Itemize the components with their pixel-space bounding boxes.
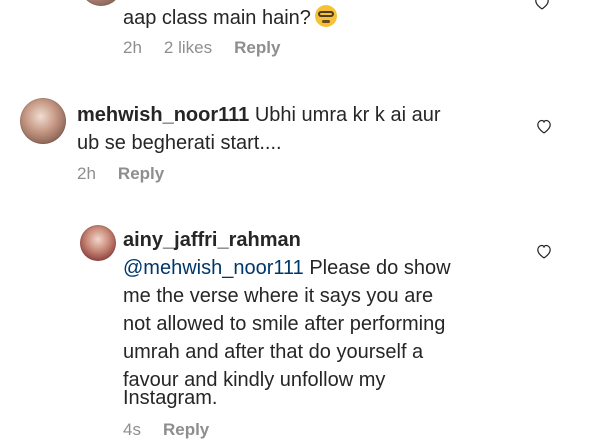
heart-outline-icon[interactable] [533, 0, 551, 10]
comment-meta: 2h 2 likes Reply [123, 38, 280, 58]
mention-link[interactable]: @mehwish_noor111 [123, 257, 304, 279]
heart-outline-icon[interactable] [535, 118, 553, 134]
comment-text: mehwish_noor111 Ubhi umra kr k ai aur [77, 104, 441, 126]
username-link[interactable]: ainy_jaffri_rahman [123, 226, 301, 254]
timestamp: 2h [77, 164, 96, 183]
timestamp: 4s [123, 420, 141, 439]
avatar[interactable] [20, 98, 66, 144]
avatar[interactable] [80, 0, 122, 6]
reply-button[interactable]: Reply [163, 420, 209, 440]
comment-meta: 4s Reply [123, 420, 209, 440]
nerd-face-emoji-icon [314, 5, 337, 27]
username-link[interactable]: mehwish_noor111 [77, 104, 249, 126]
comment-meta: 2h Reply [77, 164, 164, 184]
comment-text-cont: umrah and after that do yourself a [123, 341, 424, 363]
comment-text: aap class main hain? [123, 4, 337, 32]
comment-text-cont: Instagram. [123, 387, 218, 409]
reply-button[interactable]: Reply [118, 164, 164, 184]
heart-outline-icon[interactable] [535, 243, 553, 259]
likes-count[interactable]: 2 likes [164, 38, 212, 58]
comment-text-cont: ub se begherati start.... [77, 132, 282, 154]
comment-text: @mehwish_noor111 Please do show [123, 257, 451, 279]
reply-button[interactable]: Reply [234, 38, 280, 58]
comment-text-cont: me the verse where it says you are [123, 285, 434, 307]
avatar[interactable] [80, 225, 116, 261]
timestamp: 2h [123, 38, 142, 57]
comment-text-cont: not allowed to smile after performing [123, 313, 446, 335]
